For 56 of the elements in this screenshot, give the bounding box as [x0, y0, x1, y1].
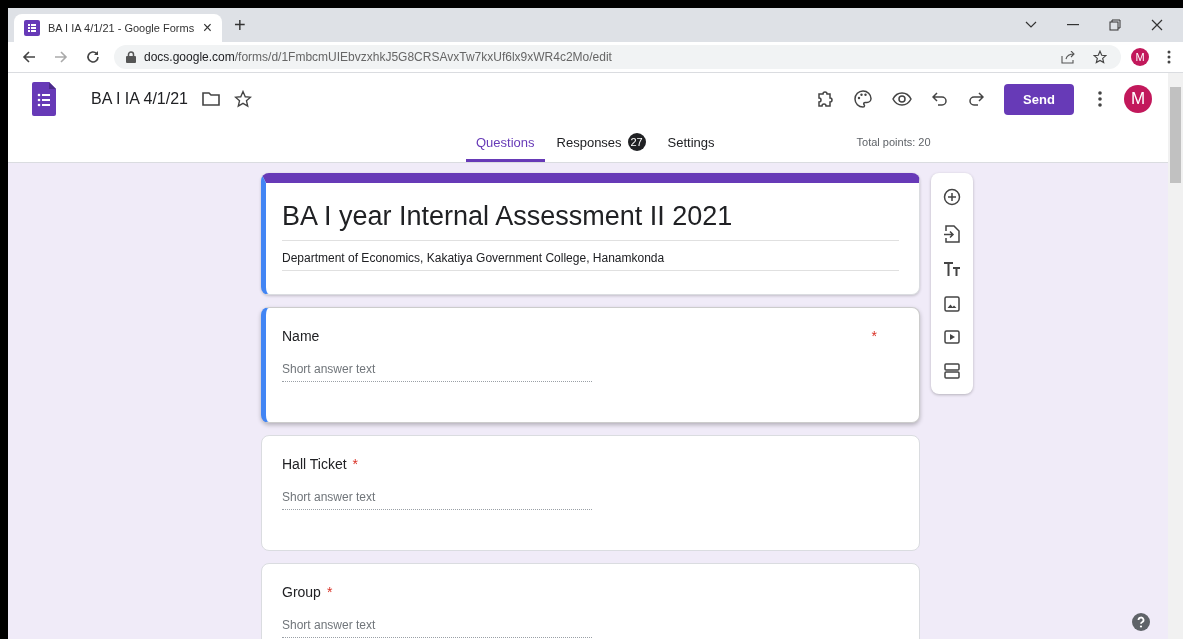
new-tab-button[interactable]: +	[234, 13, 246, 37]
short-answer-field: Short answer text	[282, 618, 592, 638]
required-mark: *	[871, 328, 877, 344]
redo-icon[interactable]	[968, 92, 984, 106]
section-icon[interactable]	[944, 362, 960, 379]
puzzle-icon[interactable]	[816, 90, 834, 108]
add-circle-icon[interactable]	[943, 188, 961, 207]
tab-title: BA I IA 4/1/21 - Google Forms	[48, 22, 195, 34]
palette-icon[interactable]	[854, 90, 872, 108]
question-card[interactable]: Hall Ticket * Short answer text	[261, 435, 920, 551]
video-icon[interactable]	[944, 330, 960, 345]
question-card[interactable]: Group * Short answer text	[261, 563, 920, 639]
import-icon[interactable]	[944, 224, 960, 243]
total-points: Total points: 20	[856, 136, 931, 150]
help-icon[interactable]	[1132, 613, 1150, 631]
profile-avatar[interactable]: M	[1131, 48, 1149, 66]
more-icon[interactable]	[1098, 91, 1102, 107]
form-description[interactable]: Department of Economics, Kakatiya Government College, Hanamkonda	[282, 241, 899, 271]
required-mark: *	[352, 456, 359, 472]
star-icon[interactable]	[233, 90, 252, 108]
folder-icon[interactable]	[201, 92, 220, 106]
image-icon[interactable]	[944, 295, 960, 312]
more-icon[interactable]	[1167, 50, 1171, 64]
close-tab-button[interactable]: ×	[202, 19, 212, 37]
eye-icon[interactable]	[892, 92, 912, 106]
question-card[interactable]: Name * Short answer text	[261, 307, 920, 423]
text-size-icon[interactable]	[943, 261, 961, 278]
minimize-icon[interactable]	[1067, 24, 1079, 26]
star-icon[interactable]	[1093, 50, 1107, 64]
form-tab[interactable]: Responses 27	[546, 125, 656, 162]
lock-icon	[126, 51, 136, 63]
back-icon[interactable]	[22, 50, 36, 64]
form-tab[interactable]: Settings	[657, 125, 725, 162]
browser-tab[interactable]: BA I IA 4/1/21 - Google Forms ×	[14, 14, 222, 42]
document-title[interactable]: BA I IA 4/1/21	[91, 90, 188, 108]
close-icon[interactable]	[1151, 19, 1163, 31]
account-avatar[interactable]: M	[1124, 85, 1152, 113]
address-bar[interactable]: docs.google.com/forms/d/1FmbcmUIEbvzxhkJ5G8CRSAvxTw7kxUf6lx9xWR4c2Mo/edit	[114, 45, 1121, 69]
count-badge: 27	[627, 133, 646, 151]
forms-icon	[24, 20, 40, 36]
required-mark: *	[326, 584, 333, 600]
scrollbar[interactable]	[1168, 73, 1183, 639]
send-button[interactable]: Send	[1004, 83, 1074, 115]
form-title[interactable]: BA I year Internal Assessment II 2021	[282, 201, 899, 241]
reload-icon[interactable]	[86, 50, 100, 64]
undo-icon[interactable]	[932, 92, 948, 106]
short-answer-field: Short answer text	[282, 362, 592, 382]
short-answer-field: Short answer text	[282, 490, 592, 510]
url-text: docs.google.com/forms/d/1FmbcmUIEbvzxhkJ5G8CRSAvxTw7kxUf6lx9xWR4c2Mo/edit	[144, 50, 612, 64]
question-title: Name	[282, 328, 320, 344]
question-title: Hall Ticket	[282, 456, 347, 472]
question-title: Group	[282, 584, 321, 600]
share-icon[interactable]	[1061, 50, 1075, 64]
restore-icon[interactable]	[1109, 19, 1121, 31]
forms-logo-icon[interactable]	[32, 82, 56, 116]
chevron-down-icon[interactable]	[1025, 21, 1037, 29]
